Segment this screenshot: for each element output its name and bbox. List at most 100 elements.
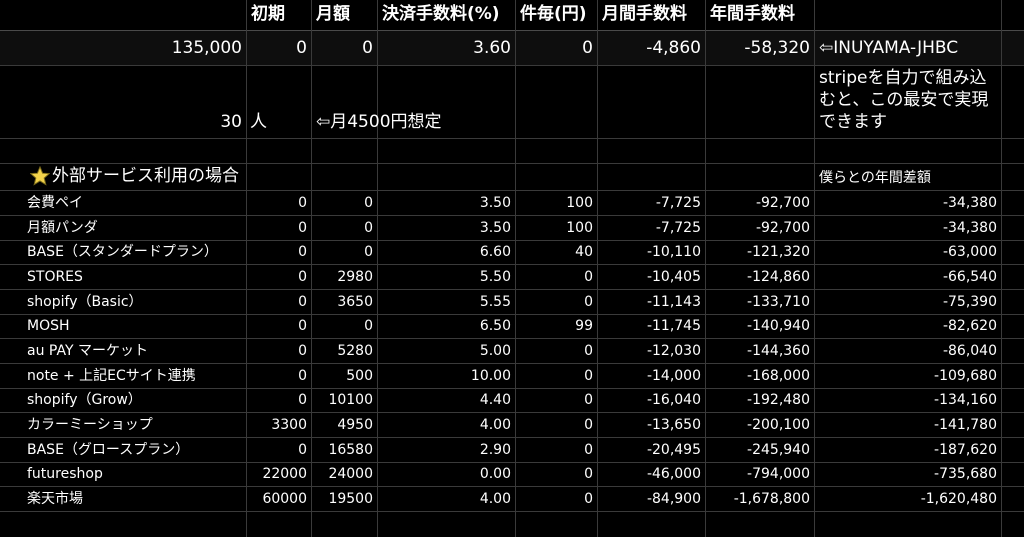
service-fee-rate[interactable]: 2.90 xyxy=(380,443,511,457)
own-monthly[interactable]: 0 xyxy=(250,40,307,57)
service-fee-rate[interactable]: 0.00 xyxy=(380,467,511,481)
service-annual-fee[interactable]: -168,000 xyxy=(708,369,810,383)
service-annual-diff[interactable]: -63,000 xyxy=(818,245,997,259)
service-monthly-fee[interactable]: -11,143 xyxy=(600,295,701,309)
service-per-item[interactable]: 0 xyxy=(518,369,593,383)
service-monthly[interactable]: 4950 xyxy=(315,418,373,432)
service-name[interactable]: 月額パンダ xyxy=(27,221,242,235)
service-annual-fee[interactable]: -133,710 xyxy=(708,295,810,309)
service-annual-diff[interactable]: -187,620 xyxy=(818,443,997,457)
service-monthly[interactable]: 2980 xyxy=(315,270,373,284)
own-initial[interactable]: 135,000 xyxy=(100,40,242,57)
service-monthly-fee[interactable]: -12,030 xyxy=(600,344,701,358)
service-annual-fee[interactable]: -794,000 xyxy=(708,467,810,481)
service-annual-diff[interactable]: -134,160 xyxy=(818,393,997,407)
service-monthly-fee[interactable]: -20,495 xyxy=(600,443,701,457)
service-annual-diff[interactable]: -1,620,480 xyxy=(818,492,997,506)
service-monthly[interactable]: 0 xyxy=(315,319,373,333)
service-annual-fee[interactable]: -92,700 xyxy=(708,221,810,235)
service-monthly-fee[interactable]: -10,110 xyxy=(600,245,701,259)
service-per-item[interactable]: 0 xyxy=(518,492,593,506)
service-annual-diff[interactable]: -86,040 xyxy=(818,344,997,358)
service-initial[interactable]: 0 xyxy=(250,393,307,407)
service-initial[interactable]: 0 xyxy=(250,270,307,284)
service-monthly-fee[interactable]: -16,040 xyxy=(600,393,701,407)
service-initial[interactable]: 0 xyxy=(250,443,307,457)
service-name[interactable]: 会費ペイ xyxy=(27,196,242,210)
service-fee-rate[interactable]: 10.00 xyxy=(380,369,511,383)
service-monthly[interactable]: 0 xyxy=(315,196,373,210)
service-per-item[interactable]: 0 xyxy=(518,270,593,284)
service-initial[interactable]: 0 xyxy=(250,196,307,210)
service-per-item[interactable]: 0 xyxy=(518,418,593,432)
service-fee-rate[interactable]: 4.40 xyxy=(380,393,511,407)
service-initial[interactable]: 3300 xyxy=(250,418,307,432)
service-annual-diff[interactable]: -735,680 xyxy=(818,467,997,481)
service-annual-diff[interactable]: -141,780 xyxy=(818,418,997,432)
service-annual-fee[interactable]: -121,320 xyxy=(708,245,810,259)
service-monthly[interactable]: 3650 xyxy=(315,295,373,309)
service-initial[interactable]: 0 xyxy=(250,295,307,309)
service-name[interactable]: au PAY マーケット xyxy=(27,344,242,358)
service-annual-fee[interactable]: -245,940 xyxy=(708,443,810,457)
service-fee-rate[interactable]: 3.50 xyxy=(380,221,511,235)
service-monthly-fee[interactable]: -7,725 xyxy=(600,221,701,235)
service-per-item[interactable]: 99 xyxy=(518,319,593,333)
service-monthly[interactable]: 19500 xyxy=(315,492,373,506)
service-monthly[interactable]: 24000 xyxy=(315,467,373,481)
own-annual-fee[interactable]: -58,320 xyxy=(708,40,810,57)
service-name[interactable]: note + 上記ECサイト連携 xyxy=(27,369,242,383)
service-annual-fee[interactable]: -92,700 xyxy=(708,196,810,210)
service-annual-diff[interactable]: -34,380 xyxy=(818,221,997,235)
service-initial[interactable]: 22000 xyxy=(250,467,307,481)
service-initial[interactable]: 0 xyxy=(250,245,307,259)
service-monthly[interactable]: 10100 xyxy=(315,393,373,407)
service-per-item[interactable]: 0 xyxy=(518,295,593,309)
service-monthly[interactable]: 0 xyxy=(315,245,373,259)
service-annual-diff[interactable]: -82,620 xyxy=(818,319,997,333)
stripe-note[interactable]: stripeを自力で組み込むと、この最安で実現できます xyxy=(819,67,995,133)
service-annual-fee[interactable]: -1,678,800 xyxy=(708,492,810,506)
service-monthly-fee[interactable]: -14,000 xyxy=(600,369,701,383)
service-monthly-fee[interactable]: -84,900 xyxy=(600,492,701,506)
service-monthly[interactable]: 5280 xyxy=(315,344,373,358)
service-fee-rate[interactable]: 5.55 xyxy=(380,295,511,309)
service-initial[interactable]: 0 xyxy=(250,319,307,333)
service-name[interactable]: shopify（Basic） xyxy=(27,295,242,309)
service-monthly-fee[interactable]: -10,405 xyxy=(600,270,701,284)
service-name[interactable]: MOSH xyxy=(27,319,242,333)
service-monthly[interactable]: 500 xyxy=(315,369,373,383)
service-name[interactable]: 楽天市場 xyxy=(27,492,242,506)
people-assumption[interactable]: ⇦月4500円想定 xyxy=(316,114,442,131)
service-annual-fee[interactable]: -200,100 xyxy=(708,418,810,432)
service-fee-rate[interactable]: 6.60 xyxy=(380,245,511,259)
service-initial[interactable]: 0 xyxy=(250,344,307,358)
service-annual-fee[interactable]: -140,940 xyxy=(708,319,810,333)
service-per-item[interactable]: 0 xyxy=(518,344,593,358)
service-initial[interactable]: 0 xyxy=(250,369,307,383)
own-fee-rate[interactable]: 3.60 xyxy=(380,40,511,57)
service-per-item[interactable]: 0 xyxy=(518,467,593,481)
service-annual-fee[interactable]: -144,360 xyxy=(708,344,810,358)
service-fee-rate[interactable]: 4.00 xyxy=(380,492,511,506)
service-annual-fee[interactable]: -192,480 xyxy=(708,393,810,407)
service-fee-rate[interactable]: 4.00 xyxy=(380,418,511,432)
service-name[interactable]: shopify（Grow） xyxy=(27,393,242,407)
service-monthly-fee[interactable]: -11,745 xyxy=(600,319,701,333)
service-monthly-fee[interactable]: -13,650 xyxy=(600,418,701,432)
service-name[interactable]: STORES xyxy=(27,270,242,284)
people-count[interactable]: 30 xyxy=(150,114,242,131)
service-monthly-fee[interactable]: -46,000 xyxy=(600,467,701,481)
service-name[interactable]: BASE（スタンダードプラン） xyxy=(27,245,242,259)
service-per-item[interactable]: 40 xyxy=(518,245,593,259)
own-monthly-fee[interactable]: -4,860 xyxy=(600,40,701,57)
service-annual-diff[interactable]: -34,380 xyxy=(818,196,997,210)
service-name[interactable]: カラーミーショップ xyxy=(27,418,242,432)
service-name[interactable]: futureshop xyxy=(27,467,242,481)
service-monthly[interactable]: 0 xyxy=(315,221,373,235)
service-name[interactable]: BASE（グロースプラン） xyxy=(27,443,242,457)
own-rate[interactable]: 0 xyxy=(315,40,373,57)
service-monthly[interactable]: 16580 xyxy=(315,443,373,457)
service-per-item[interactable]: 100 xyxy=(518,196,593,210)
people-unit[interactable]: 人 xyxy=(250,114,267,131)
